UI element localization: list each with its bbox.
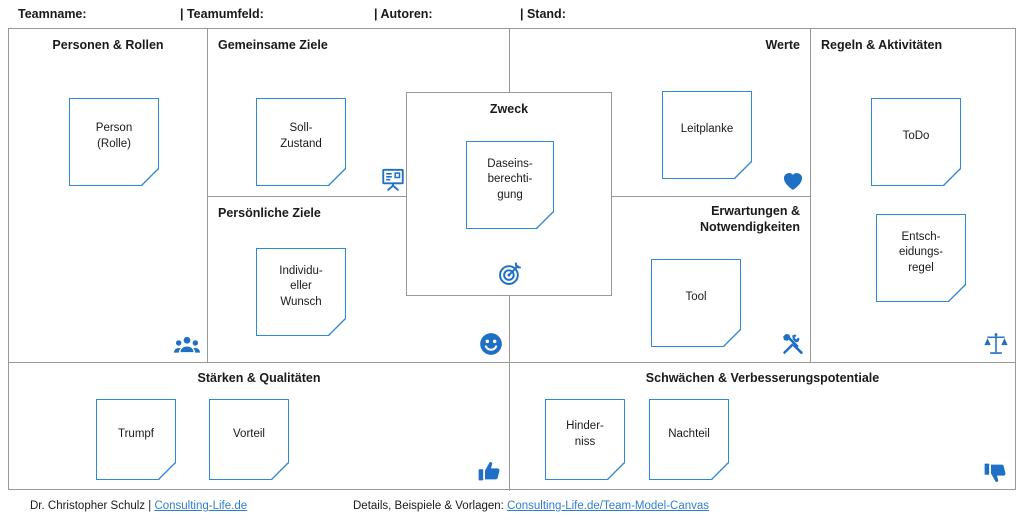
note-label: Entsch- eidungs- regel [898,230,944,274]
footer-details-link[interactable]: Consulting-Life.de/Team-Model-Canvas [507,500,709,512]
thumbs-up-icon [477,459,503,485]
heart-icon [780,167,806,193]
footer: Dr. Christopher Schulz | Consulting-Life… [0,496,1024,528]
cell-regeln-aktivitaeten: Regeln & Aktivitäten ToDo Entsch- eidung… [811,29,1015,362]
cell-personen-rollen: Personen & Rollen Person (Rolle) [9,29,207,362]
note-entscheidungsregel[interactable]: Entsch- eidungs- regel [876,214,966,302]
note-label: Hinder- niss [566,419,604,448]
stand-label: | Stand: [520,7,566,21]
cell-title-zweck: Zweck [489,102,529,116]
note-label: Daseins- berechti- gung [487,157,533,201]
cell-title-persoenliche-ziele: Persönliche Ziele [218,206,321,220]
note-vorteil[interactable]: Vorteil [209,399,289,480]
thumbs-down-icon [983,459,1009,485]
note-label: Leitplanke [680,123,734,136]
note-trumpf[interactable]: Trumpf [96,399,176,480]
footer-details-label: Details, Beispiele & Vorlagen: [353,500,508,512]
cell-title-regeln: Regeln & Aktivitäten [821,38,943,52]
flipchart-icon [380,166,406,192]
note-label: Trumpf [118,427,154,440]
footer-details: Details, Beispiele & Vorlagen: Consultin… [353,500,709,512]
note-soll-zustand[interactable]: Soll- Zustand [256,98,346,186]
note-nachteil[interactable]: Nachteil [649,399,729,480]
note-hinderniss[interactable]: Hinder- niss [545,399,625,480]
people-group-icon [174,331,200,357]
cell-title-schwaechen: Schwächen & Verbesserungspotentiale [645,371,880,385]
cell-zweck: Zweck Daseins- berechti- gung [406,92,612,296]
footer-author-name: Dr. Christopher Schulz | [30,500,155,512]
cell-title-staerken: Stärken & Qualitäten [197,371,321,385]
note-tool[interactable]: Tool [651,259,741,347]
cell-title-personen: Personen & Rollen [52,38,164,52]
teamname-label: Teamname: [18,7,87,21]
teamumfeld-label: | Teamumfeld: [180,7,264,21]
note-individueller-wunsch[interactable]: Individu- eller Wunsch [256,248,346,336]
team-model-canvas: Personen & Rollen Person (Rolle) Gemeins… [8,28,1016,491]
note-label: ToDo [902,130,930,143]
footer-author: Dr. Christopher Schulz | Consulting-Life… [30,500,247,512]
note-daseinsberechtigung[interactable]: Daseins- berechti- gung [466,141,554,229]
note-label: Vorteil [233,427,265,440]
note-label: Tool [685,291,707,304]
smiley-icon [478,331,504,357]
note-label: Nachteil [668,427,710,440]
note-todo[interactable]: ToDo [871,98,961,186]
cell-title-werte: Werte [765,38,800,52]
note-leitplanke[interactable]: Leitplanke [662,91,752,179]
scales-icon [983,331,1009,357]
note-label: Person (Rolle) [95,122,133,150]
cell-title-erwartungen: Erwartungen & Notwendigkeiten [699,204,800,234]
cell-staerken: Stärken & Qualitäten Trumpf Vorteil [9,363,509,491]
meta-bar: Teamname: | Teamumfeld: | Autoren: | Sta… [0,0,1024,28]
footer-author-link[interactable]: Consulting-Life.de [154,500,247,512]
autoren-label: | Autoren: [374,7,433,21]
tools-icon [780,331,806,357]
note-label: Individu- eller Wunsch [279,264,323,308]
cell-schwaechen: Schwächen & Verbesserungspotentiale Hind… [510,363,1015,491]
note-person[interactable]: Person (Rolle) [69,98,159,186]
cell-title-gemeinsame-ziele: Gemeinsame Ziele [218,38,328,52]
target-icon [497,261,523,287]
note-label: Soll- Zustand [280,122,322,150]
